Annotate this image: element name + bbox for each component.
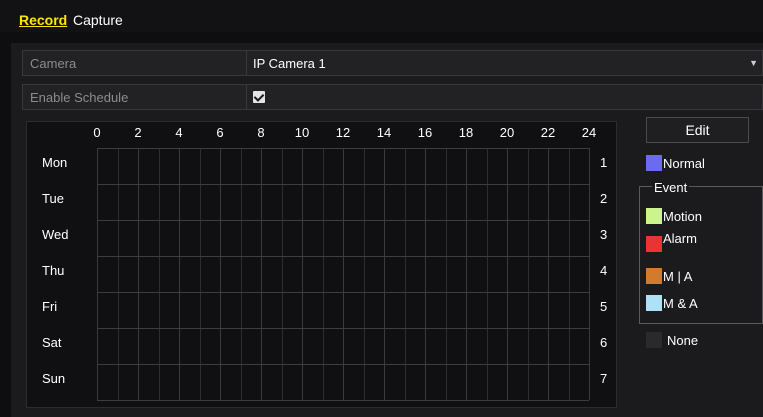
grid-vline: [241, 148, 242, 400]
grid-vline: [425, 148, 426, 400]
grid-hline: [97, 256, 589, 257]
day-label: Sun: [42, 371, 66, 386]
day-label: Fri: [42, 299, 58, 314]
day-copy-button[interactable]: 7: [600, 371, 607, 386]
grid-vline: [384, 148, 385, 400]
day-copy-button[interactable]: 6: [600, 335, 607, 350]
chevron-down-icon[interactable]: ▼: [749, 58, 758, 68]
grid-vline: [446, 148, 447, 400]
grid-vline: [343, 148, 344, 400]
grid-vline: [179, 148, 180, 400]
m-and-a-label: M & A: [663, 296, 698, 311]
m-or-a-swatch: [646, 268, 662, 284]
hour-label: 24: [581, 125, 597, 140]
grid-hline: [97, 364, 589, 365]
grid-vline: [282, 148, 283, 400]
hour-label: 2: [134, 125, 142, 140]
grid-vline: [548, 148, 549, 400]
alarm-swatch: [646, 236, 662, 252]
none-label: None: [667, 333, 699, 348]
normal-swatch: [646, 155, 662, 171]
event-title: Event: [652, 180, 690, 195]
schedule-grid[interactable]: [97, 148, 590, 401]
grid-vline: [138, 148, 139, 400]
row-divider: [246, 85, 247, 109]
grid-vline: [261, 148, 262, 400]
grid-vline: [589, 148, 590, 400]
none-swatch: [646, 332, 662, 348]
tab-record[interactable]: Record: [19, 12, 67, 28]
grid-vline: [159, 148, 160, 400]
grid-vline: [323, 148, 324, 400]
day-label: Tue: [42, 191, 64, 206]
m-and-a-swatch: [646, 295, 662, 311]
m-or-a-label: M | A: [663, 269, 693, 284]
day-label: Mon: [42, 155, 68, 170]
hour-label: 0: [93, 125, 101, 140]
grid-hline: [97, 400, 589, 401]
day-copy-button[interactable]: 1: [600, 155, 607, 170]
day-label: Wed: [42, 227, 69, 242]
grid-vline: [97, 148, 98, 400]
alarm-label: Alarm: [663, 231, 697, 246]
grid-vline: [118, 148, 119, 400]
grid-vline: [220, 148, 221, 400]
motion-label: Motion: [663, 209, 703, 224]
day-copy-button[interactable]: 3: [600, 227, 607, 242]
day-copy-button[interactable]: 4: [600, 263, 607, 278]
grid-hline: [97, 328, 589, 329]
hour-label: 4: [175, 125, 183, 140]
camera-row: Camera IP Camera 1 ▼: [22, 50, 763, 76]
tab-capture[interactable]: Capture: [73, 12, 123, 28]
hour-label: 10: [294, 125, 310, 140]
day-copy-button[interactable]: 5: [600, 299, 607, 314]
grid-vline: [200, 148, 201, 400]
hour-label: 22: [540, 125, 556, 140]
enable-schedule-label: Enable Schedule: [30, 90, 129, 105]
grid-vline: [569, 148, 570, 400]
tab-bar: Record Capture: [0, 0, 763, 32]
grid-hline: [97, 148, 589, 149]
hour-label: 16: [417, 125, 433, 140]
day-copy-button[interactable]: 2: [600, 191, 607, 206]
hour-label: 20: [499, 125, 515, 140]
grid-vline: [528, 148, 529, 400]
grid-vline: [364, 148, 365, 400]
camera-select[interactable]: IP Camera 1: [253, 56, 326, 71]
day-label: Thu: [42, 263, 65, 278]
grid-hline: [97, 292, 589, 293]
hour-label: 12: [335, 125, 351, 140]
enable-schedule-row: Enable Schedule: [22, 84, 763, 110]
hour-label: 8: [257, 125, 265, 140]
grid-vline: [405, 148, 406, 400]
grid-vline: [466, 148, 467, 400]
motion-swatch: [646, 208, 662, 224]
hour-label: 18: [458, 125, 474, 140]
day-label: Sat: [42, 335, 62, 350]
camera-label: Camera: [30, 56, 77, 71]
grid-hline: [97, 220, 589, 221]
row-divider: [246, 51, 247, 75]
grid-vline: [507, 148, 508, 400]
grid-hline: [97, 184, 589, 185]
enable-schedule-checkbox[interactable]: [253, 91, 265, 103]
grid-vline: [302, 148, 303, 400]
hour-label: 14: [376, 125, 392, 140]
normal-label: Normal: [663, 156, 705, 171]
hour-label: 6: [216, 125, 224, 140]
edit-button[interactable]: Edit: [646, 117, 749, 143]
grid-vline: [487, 148, 488, 400]
